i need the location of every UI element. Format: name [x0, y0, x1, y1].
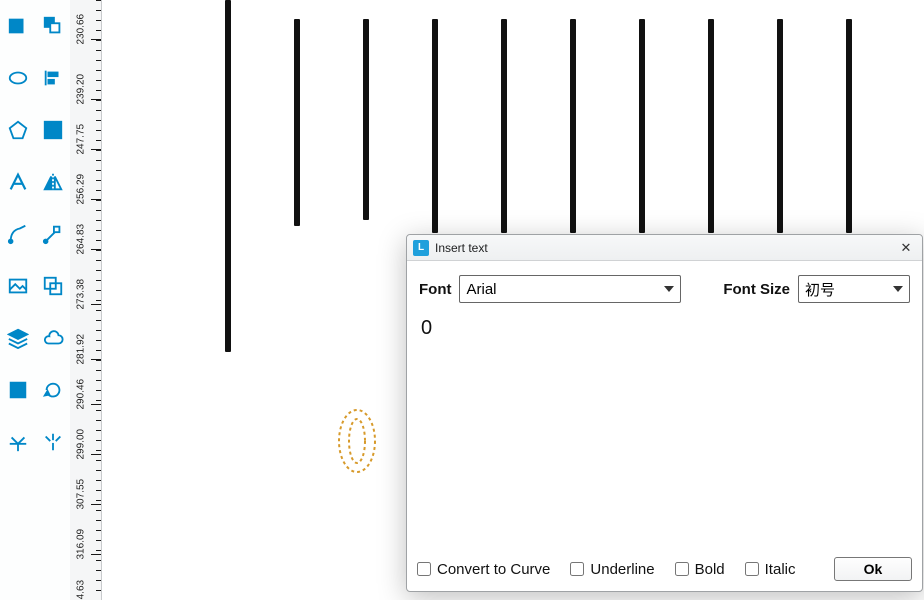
tool-grid-icon[interactable] — [35, 104, 70, 156]
italic-label: Italic — [765, 561, 796, 578]
tool-align-left-icon[interactable] — [35, 52, 70, 104]
ruler-label: 299.00 — [76, 442, 87, 460]
ok-button[interactable]: Ok — [834, 557, 912, 581]
convert-to-curve-checkbox[interactable]: Convert to Curve — [417, 561, 550, 578]
canvas-object[interactable] — [225, 0, 231, 352]
tool-ellipse-icon[interactable] — [0, 52, 35, 104]
canvas-object[interactable] — [570, 19, 576, 233]
text-preview-outline[interactable] — [336, 408, 378, 474]
tool-copies-icon[interactable] — [35, 0, 70, 52]
bold-checkbox[interactable]: Bold — [675, 561, 725, 578]
font-combo-value: Arial — [466, 281, 496, 298]
tool-pen-icon[interactable] — [0, 208, 35, 260]
tool-cloud-icon[interactable] — [35, 312, 70, 364]
tool-rect-icon[interactable] — [0, 0, 35, 52]
font-combo[interactable]: Arial — [459, 275, 681, 303]
underline-label: Underline — [590, 561, 654, 578]
ruler-label: 264.83 — [76, 237, 87, 255]
tool-image-icon[interactable] — [0, 260, 35, 312]
app-icon: L — [413, 240, 429, 256]
canvas-object[interactable] — [294, 19, 300, 226]
tool-edit-node-icon[interactable] — [35, 208, 70, 260]
dialog-controls-row: Font Arial Font Size 初号 — [407, 261, 922, 313]
ruler-label: 230.66 — [76, 27, 87, 45]
font-size-combo[interactable]: 初号 — [798, 275, 910, 303]
bold-label: Bold — [695, 561, 725, 578]
ruler-label: 273.38 — [76, 292, 87, 310]
canvas-object[interactable] — [846, 19, 852, 233]
tool-spark-icon[interactable] — [35, 416, 70, 468]
ruler-label: 247.75 — [76, 137, 87, 155]
ruler-label: 239.20 — [76, 87, 87, 105]
italic-input[interactable] — [745, 562, 759, 576]
tool-pentagon-icon[interactable] — [0, 104, 35, 156]
convert-to-curve-input[interactable] — [417, 562, 431, 576]
canvas-object[interactable] — [708, 19, 714, 233]
ruler-label: 316.09 — [76, 542, 87, 560]
dialog-bottom-row: Convert to Curve Underline Bold Italic O… — [407, 549, 922, 591]
italic-checkbox[interactable]: Italic — [745, 561, 796, 578]
chevron-down-icon — [664, 286, 674, 292]
vertical-ruler: 230.66 239.20 247.75 256.29 264.83 273.38 281.… — [70, 0, 102, 600]
bold-input[interactable] — [675, 562, 689, 576]
underline-checkbox[interactable]: Underline — [570, 561, 654, 578]
close-icon[interactable]: ✕ — [896, 238, 916, 258]
underline-input[interactable] — [570, 562, 584, 576]
tool-mirror-h-icon[interactable] — [35, 156, 70, 208]
tool-layers-icon[interactable] — [0, 312, 35, 364]
canvas-object[interactable] — [501, 19, 507, 233]
ruler-label: 256.29 — [76, 187, 87, 205]
text-input[interactable]: 0 — [407, 313, 922, 549]
tool-column — [0, 0, 70, 600]
ruler-label: 281.92 — [76, 347, 87, 365]
tool-burst-icon[interactable] — [0, 416, 35, 468]
canvas-object[interactable] — [777, 19, 783, 233]
canvas-object[interactable] — [363, 19, 369, 220]
insert-text-dialog: L Insert text ✕ Font Arial Font Size 初号 … — [406, 234, 923, 592]
dialog-title: Insert text — [435, 241, 896, 255]
canvas-object[interactable] — [432, 19, 438, 233]
tool-boolean-icon[interactable] — [35, 260, 70, 312]
chevron-down-icon — [893, 286, 903, 292]
ruler-label: 290.46 — [76, 392, 87, 410]
font-size-combo-value: 初号 — [805, 279, 835, 300]
tool-rotate-icon[interactable] — [35, 364, 70, 416]
ok-button-label: Ok — [864, 561, 883, 577]
convert-to-curve-label: Convert to Curve — [437, 561, 550, 578]
ruler-label: 307.55 — [76, 492, 87, 510]
ruler-label: 324.63 — [76, 593, 87, 600]
tool-text-icon[interactable] — [0, 156, 35, 208]
font-label: Font — [419, 281, 451, 298]
dialog-titlebar[interactable]: L Insert text ✕ — [407, 235, 922, 261]
font-size-label: Font Size — [723, 281, 790, 298]
tool-fill-icon[interactable] — [0, 364, 35, 416]
canvas-object[interactable] — [639, 19, 645, 233]
